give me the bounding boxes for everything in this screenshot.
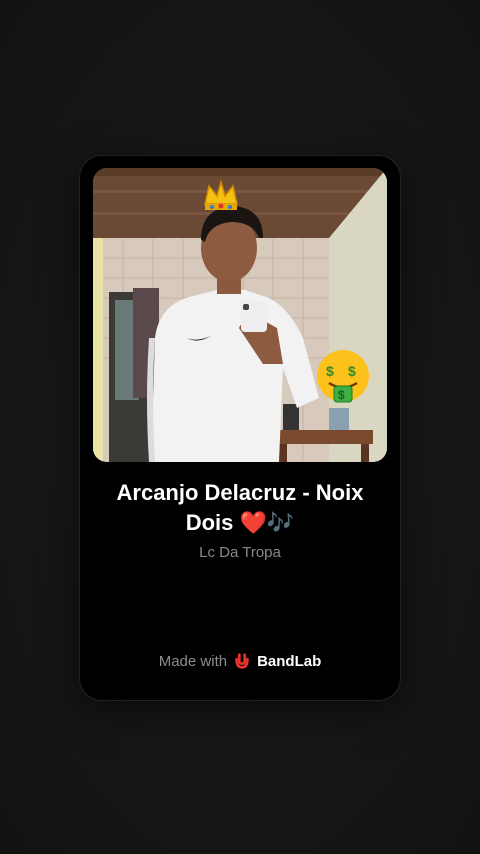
cover-art: $ $ $ [93,168,387,462]
made-with-bandlab[interactable]: Made with BandLab [80,652,400,670]
track-card[interactable]: $ $ $ Arcanjo Delacruz - Noix Dois ❤️🎶 L… [80,156,400,700]
svg-text:$: $ [326,363,334,379]
money-mouth-face-icon: $ $ $ [317,350,369,403]
artist-name[interactable]: Lc Da Tropa [96,544,384,561]
screen: $ $ $ Arcanjo Delacruz - Noix Dois ❤️🎶 L… [0,0,480,854]
cover-photo: $ $ $ [93,168,387,462]
made-with-label: Made with [158,652,228,670]
crown-icon [204,179,238,210]
track-title: Arcanjo Delacruz - Noix Dois ❤️🎶 [116,480,364,535]
svg-text:$: $ [338,388,345,402]
svg-text:$: $ [348,363,356,379]
bandlab-logo-icon [235,653,249,669]
bandlab-brand: BandLab [257,652,322,670]
